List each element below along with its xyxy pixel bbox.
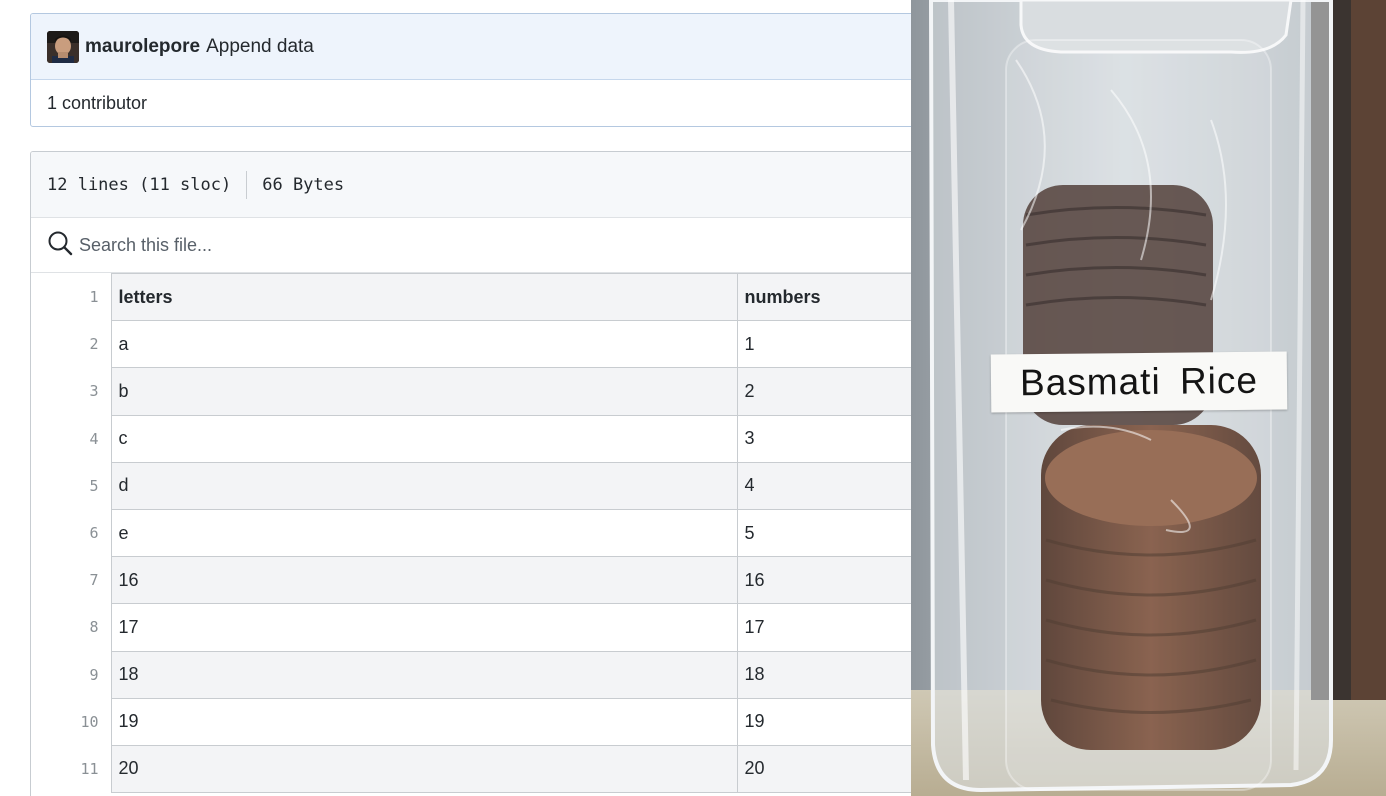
column-header-numbers: numbers	[736, 272, 912, 322]
table-cell: 2	[736, 367, 912, 416]
table-row: 7 16 16	[31, 556, 912, 605]
contributors-row: 1 contributor	[31, 80, 912, 126]
commit-author-link[interactable]: maurolepore	[85, 36, 200, 58]
table-cell: 19	[736, 697, 912, 746]
table-cell: 19	[110, 697, 738, 746]
line-number[interactable]: 5	[31, 462, 111, 510]
rice-label: Basmati Rice	[990, 351, 1288, 413]
line-number[interactable]: 9	[31, 651, 111, 699]
line-number[interactable]: 3	[31, 367, 111, 416]
table-row: 6 e 5	[31, 508, 912, 558]
table-cell: 1	[736, 320, 912, 369]
line-number[interactable]: 7	[31, 556, 111, 604]
table-cell: c	[110, 414, 738, 463]
file-box: 12 lines (11 sloc) 66 Bytes 1 letters nu…	[30, 151, 912, 796]
table-cell: 17	[736, 603, 912, 652]
table-cell: b	[110, 367, 738, 416]
line-number[interactable]: 10	[31, 698, 111, 746]
commit-message-link[interactable]: Append data	[206, 36, 314, 58]
table-cell: 17	[110, 603, 738, 652]
table-row: 5 d 4	[31, 461, 912, 510]
table-row: 2 a 1	[31, 320, 912, 369]
table-cell: 4	[736, 461, 912, 510]
table-cell: a	[110, 320, 738, 369]
table-row: 8 17 17	[31, 603, 912, 652]
table-cell: e	[110, 508, 738, 558]
commit-header: maurolepore Append data	[31, 14, 912, 80]
avatar[interactable]	[47, 30, 79, 63]
line-number[interactable]: 8	[31, 603, 111, 651]
table-cell: 3	[736, 414, 912, 463]
file-search-input[interactable]	[79, 234, 579, 256]
file-line-count: 12 lines (11 sloc)	[47, 174, 232, 195]
line-number[interactable]: 6	[31, 509, 111, 557]
table-row: 4 c 3	[31, 414, 912, 463]
file-size: 66 Bytes	[262, 174, 345, 195]
file-info-divider	[246, 170, 248, 199]
search-icon	[47, 230, 73, 261]
table-cell: d	[110, 461, 738, 510]
csv-table: 1 letters numbers 2 a 1 3 b 2 4 c 3 5 d …	[31, 272, 912, 794]
line-number[interactable]: 2	[31, 320, 111, 368]
table-cell: 20	[736, 744, 912, 794]
table-row: 9 18 18	[31, 650, 912, 699]
line-number[interactable]: 1	[31, 273, 111, 321]
container-photo: Basmati Rice	[911, 0, 1386, 796]
table-cell: 16	[736, 556, 912, 605]
github-file-view: maurolepore Append data 1 contributor 12…	[0, 0, 912, 796]
column-header-letters: letters	[110, 272, 738, 322]
file-search-bar	[31, 218, 912, 273]
table-row: 3 b 2	[31, 367, 912, 416]
table-cell: 18	[736, 650, 912, 699]
user-avatar-icon	[47, 30, 79, 63]
table-cell: 5	[736, 508, 912, 558]
table-cell: 18	[110, 650, 738, 699]
table-cell: 20	[110, 744, 738, 794]
contributors-link[interactable]: 1 contributor	[47, 93, 147, 114]
table-cell: 16	[110, 556, 738, 605]
line-number[interactable]: 4	[31, 415, 111, 463]
file-info-bar: 12 lines (11 sloc) 66 Bytes	[31, 152, 912, 218]
table-row: 10 19 19	[31, 697, 912, 746]
table-row: 11 20 20	[31, 744, 912, 794]
table-header-row: 1 letters numbers	[31, 272, 912, 322]
latest-commit-box: maurolepore Append data 1 contributor	[30, 13, 912, 127]
line-number[interactable]: 11	[31, 745, 111, 793]
